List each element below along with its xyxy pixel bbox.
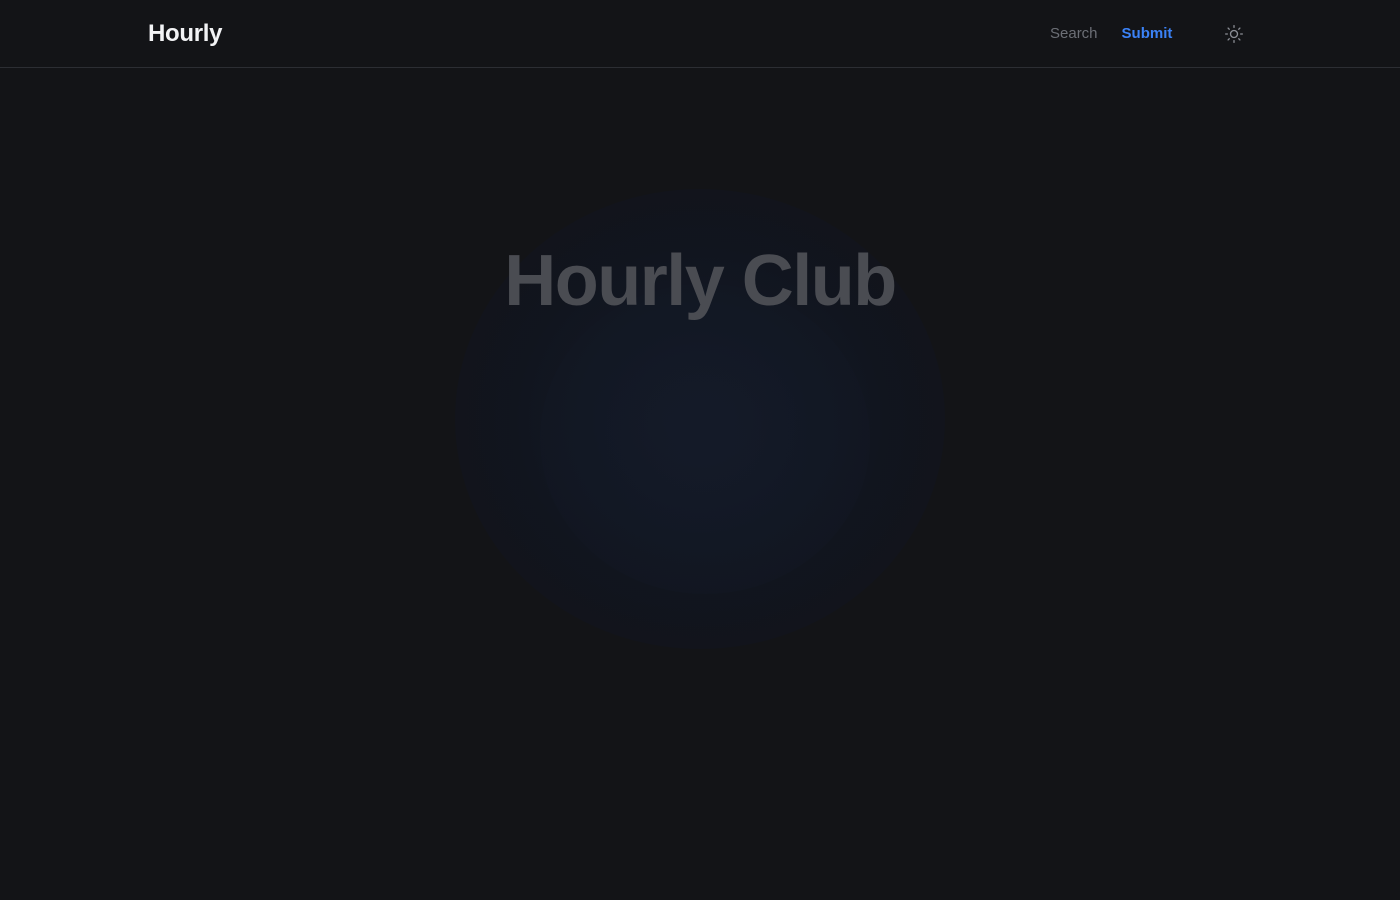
theme-toggle-button[interactable]: [1222, 22, 1246, 46]
top-navbar: Hourly Search Submit: [0, 0, 1400, 68]
nav-search-link[interactable]: Search: [1050, 24, 1098, 44]
nav-links: Search Submit: [1050, 24, 1172, 44]
brand-logo-link[interactable]: Hourly: [148, 19, 223, 49]
hero-section: Hourly Club: [0, 69, 1400, 900]
nav-submit-link[interactable]: Submit: [1122, 24, 1173, 44]
hero-background-glow-inner: [540, 284, 870, 594]
hero-title: Hourly Club: [504, 241, 897, 321]
sun-icon: [1225, 25, 1243, 43]
